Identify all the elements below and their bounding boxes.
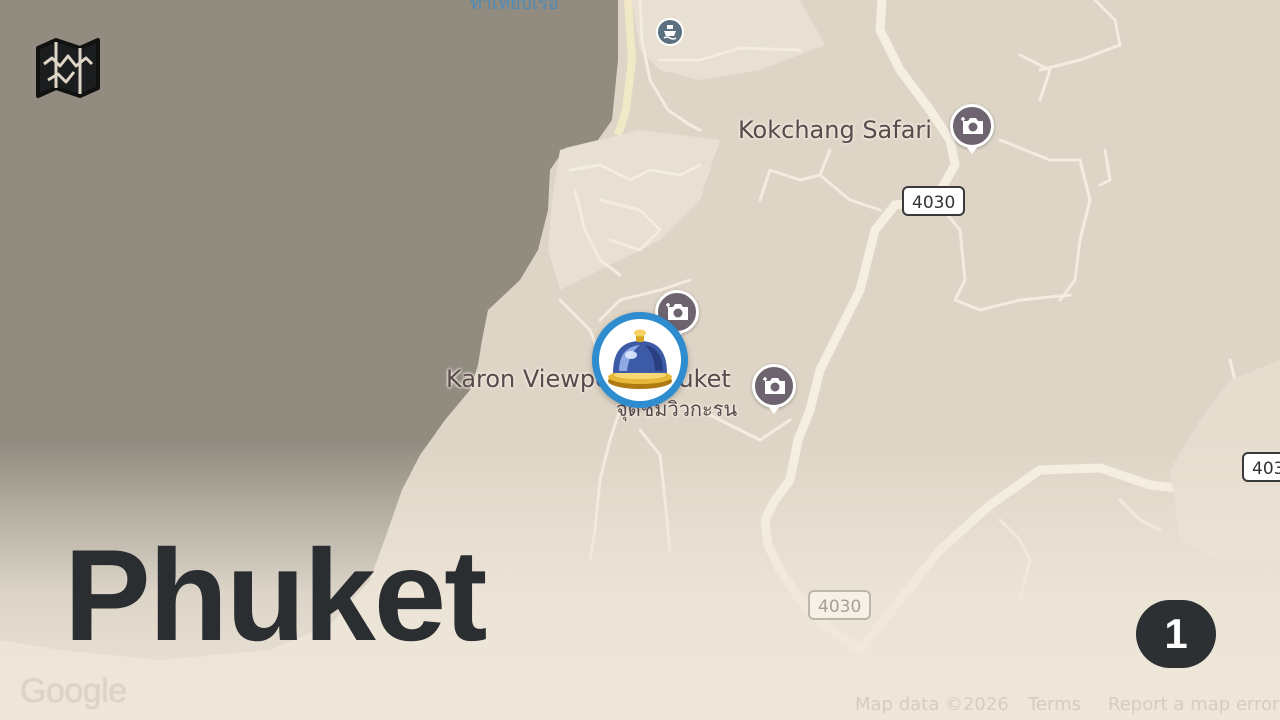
map-data-attribution: Map data ©2026 — [855, 694, 1009, 715]
folded-map-icon[interactable] — [34, 36, 102, 105]
terms-link[interactable]: Terms — [1028, 694, 1081, 715]
report-map-error-link[interactable]: Report a map error — [1108, 694, 1279, 715]
partial-place-label: ท่าเทียบเรือ — [470, 0, 559, 14]
camera-icon[interactable] — [752, 364, 796, 414]
poi-label-kokchang-safari[interactable]: Kokchang Safari — [738, 116, 932, 144]
hotel-marker[interactable] — [592, 312, 688, 408]
road-shield-4030: 4030 — [902, 186, 966, 216]
camera-icon[interactable] — [950, 104, 994, 154]
google-logo: Google — [20, 672, 127, 710]
poi-label-karon-viewpoint[interactable]: Karon Viewpoint Phuket — [446, 365, 731, 393]
road-shield-4030-east: 4030 — [1242, 452, 1280, 482]
ferry-icon[interactable] — [656, 18, 684, 46]
count-badge: 1 — [1136, 600, 1216, 668]
place-title: Phuket — [64, 522, 487, 668]
road-shield-4030-south: 4030 — [808, 590, 872, 620]
service-bell-icon — [608, 329, 672, 389]
